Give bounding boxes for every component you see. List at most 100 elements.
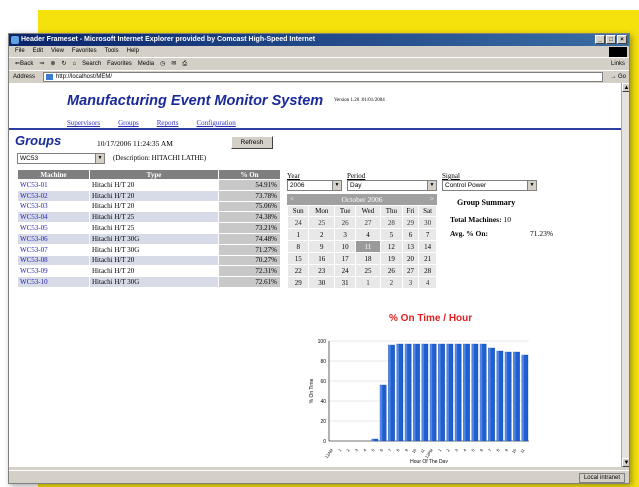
calendar-day[interactable]: 30 — [309, 277, 335, 288]
vertical-scrollbar[interactable]: ▲ ▼ — [621, 83, 629, 467]
nav-configuration[interactable]: Configuration — [196, 119, 235, 127]
calendar-day[interactable]: 4 — [419, 277, 436, 288]
chevron-down-icon[interactable]: ▼ — [95, 154, 104, 163]
calendar-day[interactable]: 12 — [380, 241, 402, 252]
menu-help[interactable]: Help — [127, 46, 139, 57]
calendar-day[interactable]: 3 — [335, 229, 356, 240]
calendar-day[interactable]: 7 — [419, 229, 436, 240]
go-button[interactable]: → Go — [610, 71, 626, 83]
back-button[interactable]: ⇐Back — [15, 58, 33, 70]
calendar-day[interactable]: 27 — [402, 265, 419, 276]
nav-reports[interactable]: Reports — [157, 119, 179, 127]
calendar-day[interactable]: 29 — [288, 277, 309, 288]
close-button[interactable]: × — [617, 35, 627, 44]
chevron-down-icon[interactable]: ▼ — [527, 181, 536, 190]
signal-select[interactable]: Control Power ▼ — [442, 180, 537, 191]
menu-tools[interactable]: Tools — [105, 46, 119, 57]
calendar-next-month[interactable]: > — [430, 194, 434, 205]
calendar-day[interactable]: 24 — [288, 217, 309, 228]
calendar-day[interactable]: 3 — [402, 277, 419, 288]
calendar-day[interactable]: 19 — [380, 253, 402, 264]
refresh-button[interactable]: Refresh — [231, 136, 273, 149]
calendar-day[interactable]: 2 — [380, 277, 402, 288]
calendar-day[interactable]: 17 — [335, 253, 356, 264]
calendar-day[interactable]: 4 — [356, 229, 380, 240]
menu-view[interactable]: View — [51, 46, 64, 57]
calendar-day[interactable]: 9 — [309, 241, 335, 252]
period-select[interactable]: Day ▼ — [347, 180, 437, 191]
favorites-button[interactable]: Favorites — [107, 58, 132, 70]
calendar-day[interactable]: 2 — [309, 229, 335, 240]
machine-link[interactable]: WC53-01 — [17, 179, 90, 191]
calendar-day[interactable]: 26 — [335, 217, 356, 228]
calendar-day[interactable]: 16 — [309, 253, 335, 264]
header-machine[interactable]: Machine — [17, 169, 90, 180]
machine-link[interactable]: WC53-07 — [17, 243, 90, 256]
calendar-day[interactable]: 11 — [356, 241, 380, 252]
chevron-down-icon[interactable]: ▼ — [332, 181, 341, 190]
calendar-day[interactable]: 24 — [335, 265, 356, 276]
search-button[interactable]: Search — [82, 58, 101, 70]
chevron-down-icon[interactable]: ▼ — [427, 181, 436, 190]
machine-link[interactable]: WC53-08 — [17, 254, 90, 267]
scroll-down-icon[interactable]: ▼ — [622, 458, 629, 467]
calendar-day[interactable]: 13 — [402, 241, 419, 252]
machine-pct-on: 72.61% — [218, 276, 281, 288]
machine-link[interactable]: WC53-10 — [17, 276, 90, 288]
calendar-day[interactable]: 30 — [419, 217, 436, 228]
menu-favorites[interactable]: Favorites — [72, 46, 97, 57]
scroll-up-icon[interactable]: ▲ — [622, 83, 629, 92]
machine-link[interactable]: WC53-05 — [17, 222, 90, 234]
year-select[interactable]: 2006 ▼ — [287, 180, 342, 191]
calendar-day[interactable]: 26 — [380, 265, 402, 276]
chart-x-tick-label: 6 — [379, 447, 385, 452]
nav-groups[interactable]: Groups — [118, 119, 139, 127]
calendar-day[interactable]: 1 — [288, 229, 309, 240]
refresh-icon[interactable]: ↻ — [61, 58, 66, 70]
calendar-day[interactable]: 27 — [356, 217, 380, 228]
machine-link[interactable]: WC53-04 — [17, 211, 90, 224]
menu-edit[interactable]: Edit — [33, 46, 43, 57]
calendar-day[interactable]: 1 — [356, 277, 380, 288]
calendar-day[interactable]: 22 — [288, 265, 309, 276]
calendar-day[interactable]: 8 — [288, 241, 309, 252]
calendar-day[interactable]: 31 — [335, 277, 356, 288]
header-pct-on[interactable]: % On — [218, 169, 281, 180]
forward-icon[interactable]: ⇒ — [39, 58, 44, 70]
calendar-day[interactable]: 28 — [380, 217, 402, 228]
calendar-day[interactable]: 6 — [402, 229, 419, 240]
maximize-button[interactable]: □ — [606, 35, 616, 44]
address-input[interactable]: http://localhost/MEM/ — [43, 72, 603, 82]
calendar-day[interactable]: 5 — [380, 229, 402, 240]
calendar-prev-month[interactable]: < — [290, 194, 294, 205]
stop-icon[interactable]: ⊗ — [50, 58, 55, 70]
calendar-day[interactable]: 28 — [419, 265, 436, 276]
chart-y-tick-label: 80 — [320, 359, 326, 365]
machine-link[interactable]: WC53-02 — [17, 189, 90, 202]
nav-supervisors[interactable]: Supervisors — [67, 119, 100, 127]
calendar-day[interactable]: 20 — [402, 253, 419, 264]
header-type[interactable]: Type — [89, 169, 219, 180]
calendar-day[interactable]: 15 — [288, 253, 309, 264]
calendar-day[interactable]: 21 — [419, 253, 436, 264]
calendar-day[interactable]: 29 — [402, 217, 419, 228]
summary-total-value: 10 — [503, 215, 511, 224]
machine-link[interactable]: WC53-03 — [17, 200, 90, 213]
calendar-day[interactable]: 10 — [335, 241, 356, 252]
machine-link[interactable]: WC53-06 — [17, 232, 90, 245]
home-icon[interactable]: ⌂ — [72, 58, 76, 70]
machine-link[interactable]: WC53-09 — [17, 265, 90, 278]
history-icon[interactable]: ◷ — [160, 58, 165, 70]
group-select[interactable]: WC53 ▼ — [17, 153, 105, 164]
calendar-day[interactable]: 23 — [309, 265, 335, 276]
calendar-day[interactable]: 25 — [356, 265, 380, 276]
calendar-day[interactable]: 25 — [309, 217, 335, 228]
media-button[interactable]: Media — [138, 58, 154, 70]
calendar-day[interactable]: 14 — [419, 241, 436, 252]
calendar-day[interactable]: 18 — [356, 253, 380, 264]
mail-icon[interactable]: ✉ — [171, 58, 176, 70]
calendar-week: 15 16 17 18 19 20 21 — [288, 253, 436, 264]
print-icon[interactable]: ⎙ — [182, 58, 187, 70]
minimize-button[interactable]: _ — [595, 35, 605, 44]
menu-file[interactable]: File — [15, 46, 25, 57]
